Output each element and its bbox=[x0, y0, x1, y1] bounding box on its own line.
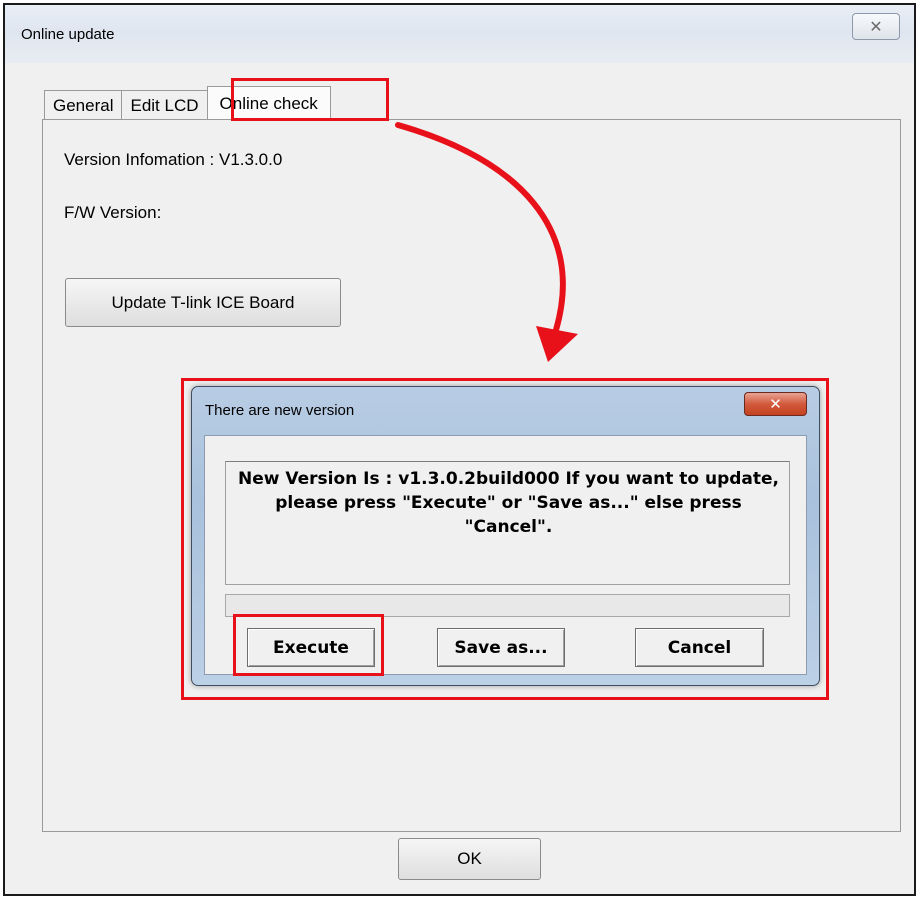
window-titlebar: Online update ✕ bbox=[5, 5, 914, 63]
button-label: Save as... bbox=[454, 637, 548, 658]
tab-label: General bbox=[53, 95, 114, 115]
execute-button[interactable]: Execute bbox=[247, 628, 375, 667]
download-progress-bar bbox=[225, 594, 790, 617]
tab-label: Online check bbox=[219, 93, 318, 113]
dialog-body: New Version Is : v1.3.0.2build000 If you… bbox=[204, 435, 807, 675]
ok-button[interactable]: OK bbox=[398, 838, 541, 880]
new-version-dialog: There are new version ✕ New Version Is :… bbox=[191, 386, 820, 686]
button-label: Cancel bbox=[667, 637, 732, 658]
version-information-text: Version Infomation : V1.3.0.0 bbox=[64, 150, 283, 169]
fw-version-text: F/W Version: bbox=[64, 203, 162, 222]
window-title: Online update bbox=[21, 26, 115, 43]
cancel-button[interactable]: Cancel bbox=[635, 628, 764, 667]
tab-general[interactable]: General bbox=[44, 90, 123, 120]
dialog-close-button[interactable]: ✕ bbox=[744, 392, 807, 416]
update-tlink-ice-board-button[interactable]: Update T-link ICE Board bbox=[65, 278, 341, 327]
dialog-title: There are new version bbox=[205, 402, 355, 419]
close-icon: ✕ bbox=[769, 396, 782, 413]
button-label: Execute bbox=[273, 637, 349, 658]
message-box: New Version Is : v1.3.0.2build000 If you… bbox=[225, 461, 790, 585]
button-label: Update T-link ICE Board bbox=[111, 292, 295, 312]
close-icon: ✕ bbox=[869, 18, 883, 36]
tab-strip: General Edit LCD Online check bbox=[44, 84, 331, 120]
tab-label: Edit LCD bbox=[130, 95, 199, 115]
window-close-button[interactable]: ✕ bbox=[852, 13, 900, 40]
update-message: New Version Is : v1.3.0.2build000 If you… bbox=[237, 469, 779, 537]
save-as-button[interactable]: Save as... bbox=[437, 628, 565, 667]
tab-edit-lcd[interactable]: Edit LCD bbox=[121, 90, 208, 120]
button-label: OK bbox=[457, 849, 482, 868]
tab-online-check[interactable]: Online check bbox=[206, 86, 331, 120]
